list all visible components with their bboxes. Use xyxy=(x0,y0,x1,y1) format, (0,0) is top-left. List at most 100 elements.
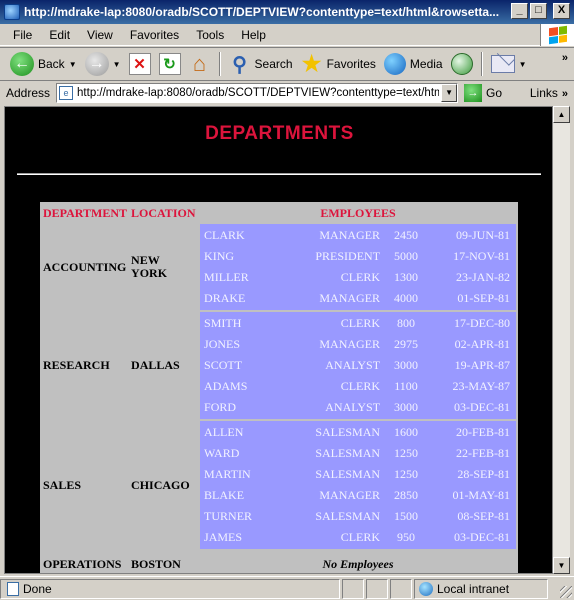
zone-label: Local intranet xyxy=(437,581,510,596)
employee-hiredate: 08-SEP-81 xyxy=(457,509,510,523)
back-label: Back xyxy=(38,57,65,71)
search-icon: ⚲ xyxy=(232,53,247,76)
employee-job: SALESMAN xyxy=(315,425,381,439)
employee-hiredate: 01-MAY-81 xyxy=(452,488,510,502)
employee-hiredate: 03-DEC-81 xyxy=(454,530,510,544)
media-button[interactable]: Media xyxy=(380,49,447,79)
employee-salary: 950 xyxy=(397,530,416,544)
refresh-icon: ↻ xyxy=(158,53,181,75)
employee-job: MANAGER xyxy=(319,488,381,502)
maximize-button[interactable]: □ xyxy=(530,3,547,19)
employee-job: MANAGER xyxy=(319,228,381,242)
scroll-down-icon[interactable]: ▼ xyxy=(553,557,570,574)
employee-salary: 2850 xyxy=(394,488,419,502)
security-zone: Local intranet xyxy=(414,578,548,599)
employee-hiredate: 17-NOV-81 xyxy=(453,249,510,263)
intranet-globe-icon xyxy=(419,581,433,596)
employee-job: CLERK xyxy=(340,270,381,284)
forward-button[interactable]: → ▼ xyxy=(81,49,125,79)
employee-job: CLERK xyxy=(340,316,381,330)
menu-view[interactable]: View xyxy=(80,28,123,42)
minimize-button[interactable]: _ xyxy=(511,3,528,19)
search-button[interactable]: ⚲ Search xyxy=(225,49,297,79)
employee-salary: 1500 xyxy=(394,509,419,523)
employee-name: MILLER xyxy=(204,270,249,284)
back-dropdown-icon[interactable]: ▼ xyxy=(69,60,77,69)
links-button[interactable]: Links» xyxy=(530,86,568,100)
department-row: RESEARCH DALLAS SMITH CLERK 800 17-DEC-8… xyxy=(42,312,516,419)
employee-hiredate: 22-FEB-81 xyxy=(456,446,510,460)
refresh-button[interactable]: ↻ xyxy=(155,49,185,79)
mail-button[interactable]: ▼ xyxy=(487,49,531,79)
resize-grip-icon[interactable] xyxy=(560,586,572,598)
windows-logo-icon xyxy=(540,24,574,46)
department-location: BOSTON xyxy=(131,556,181,571)
menu-favorites[interactable]: Favorites xyxy=(123,28,189,42)
employee-row: CLARK MANAGER 2450 09-JUN-81 xyxy=(202,226,514,245)
mail-dropdown-icon[interactable]: ▼ xyxy=(519,60,527,69)
employee-row: ADAMS CLERK 1100 23-MAY-87 xyxy=(202,377,514,396)
address-dropdown-icon[interactable]: ▼ xyxy=(441,84,458,102)
department-location: DALLAS xyxy=(131,358,180,372)
status-pane xyxy=(390,578,412,599)
toolbar-more-chevron-icon[interactable]: » xyxy=(562,52,568,64)
menu-help[interactable]: Help xyxy=(234,28,276,42)
home-button[interactable]: ⌂ xyxy=(185,49,215,79)
media-label: Media xyxy=(409,57,443,71)
employee-row: ALLEN SALESMAN 1600 20-FEB-81 xyxy=(202,423,514,442)
employee-row: KING PRESIDENT 5000 17-NOV-81 xyxy=(202,247,514,266)
employee-salary: 1250 xyxy=(394,446,419,460)
header-location: LOCATION xyxy=(131,205,196,220)
employee-name: FORD xyxy=(204,400,237,414)
menu-edit[interactable]: Edit xyxy=(42,28,80,42)
employee-row: FORD ANALYST 3000 03-DEC-81 xyxy=(202,398,514,417)
employee-row: DRAKE MANAGER 4000 01-SEP-81 xyxy=(202,289,514,308)
stop-button[interactable]: ✕ xyxy=(125,49,155,79)
department-row: SALES CHICAGO ALLEN SALESMAN 1600 20-FEB… xyxy=(42,421,516,549)
header-department: DEPARTMENT xyxy=(43,205,128,220)
forward-dropdown-icon[interactable]: ▼ xyxy=(113,60,121,69)
back-arrow-icon: ← xyxy=(10,52,34,76)
menu-tools[interactable]: Tools xyxy=(189,28,234,42)
close-button[interactable]: X xyxy=(553,3,570,19)
media-icon xyxy=(383,53,406,75)
department-name: SALES xyxy=(43,477,82,492)
go-arrow-icon: → xyxy=(464,84,483,102)
go-button[interactable]: → Go xyxy=(464,84,502,102)
search-label: Search xyxy=(254,57,293,71)
employee-row: BLAKE MANAGER 2850 01-MAY-81 xyxy=(202,486,514,505)
employees-cell: ALLEN SALESMAN 1600 20-FEB-81 WARD SALES… xyxy=(200,421,516,549)
employee-name: DRAKE xyxy=(204,291,246,305)
employee-salary: 2975 xyxy=(394,337,419,351)
employee-salary: 2450 xyxy=(394,228,419,242)
address-url[interactable]: http://mdrake-lap:8080/oradb/SCOTT/DEPTV… xyxy=(77,87,439,99)
employee-hiredate: 01-SEP-81 xyxy=(457,291,510,305)
scroll-up-icon[interactable]: ▲ xyxy=(553,106,570,123)
window-controls: _ □ X xyxy=(511,3,570,19)
vertical-scrollbar[interactable]: ▲ ▼ xyxy=(553,106,570,574)
back-button[interactable]: ← Back ▼ xyxy=(6,49,81,79)
department-row: OPERATIONS BOSTON No Employees xyxy=(42,551,516,573)
history-button[interactable] xyxy=(447,49,477,79)
department-name: OPERATIONS xyxy=(43,556,122,571)
employee-name: ALLEN xyxy=(204,425,244,439)
address-input[interactable]: e http://mdrake-lap:8080/oradb/SCOTT/DEP… xyxy=(56,83,459,103)
employee-name: SCOTT xyxy=(204,358,243,372)
department-row: ACCOUNTING NEW YORK CLARK MANAGER 2450 0… xyxy=(42,224,516,310)
employee-job: PRESIDENT xyxy=(315,249,381,263)
links-label: Links xyxy=(529,86,558,100)
employee-name: KING xyxy=(204,249,235,263)
employee-job: SALESMAN xyxy=(315,509,381,523)
employee-hiredate: 28-SEP-81 xyxy=(457,467,510,481)
employee-row: WARD SALESMAN 1250 22-FEB-81 xyxy=(202,444,514,463)
toolbar: ← Back ▼ → ▼ ✕ ↻ ⌂ ⚲ Search ★ Favorites … xyxy=(0,47,574,81)
status-pane xyxy=(342,578,364,599)
employee-row: JAMES CLERK 950 03-DEC-81 xyxy=(202,528,514,547)
home-icon: ⌂ xyxy=(192,51,207,76)
favorites-button[interactable]: ★ Favorites xyxy=(297,49,380,79)
employee-name: CLARK xyxy=(204,228,245,242)
employees-table: ALLEN SALESMAN 1600 20-FEB-81 WARD SALES… xyxy=(200,421,516,549)
menu-file[interactable]: File xyxy=(6,28,42,42)
employee-job: MANAGER xyxy=(319,337,381,351)
status-pane xyxy=(366,578,388,599)
